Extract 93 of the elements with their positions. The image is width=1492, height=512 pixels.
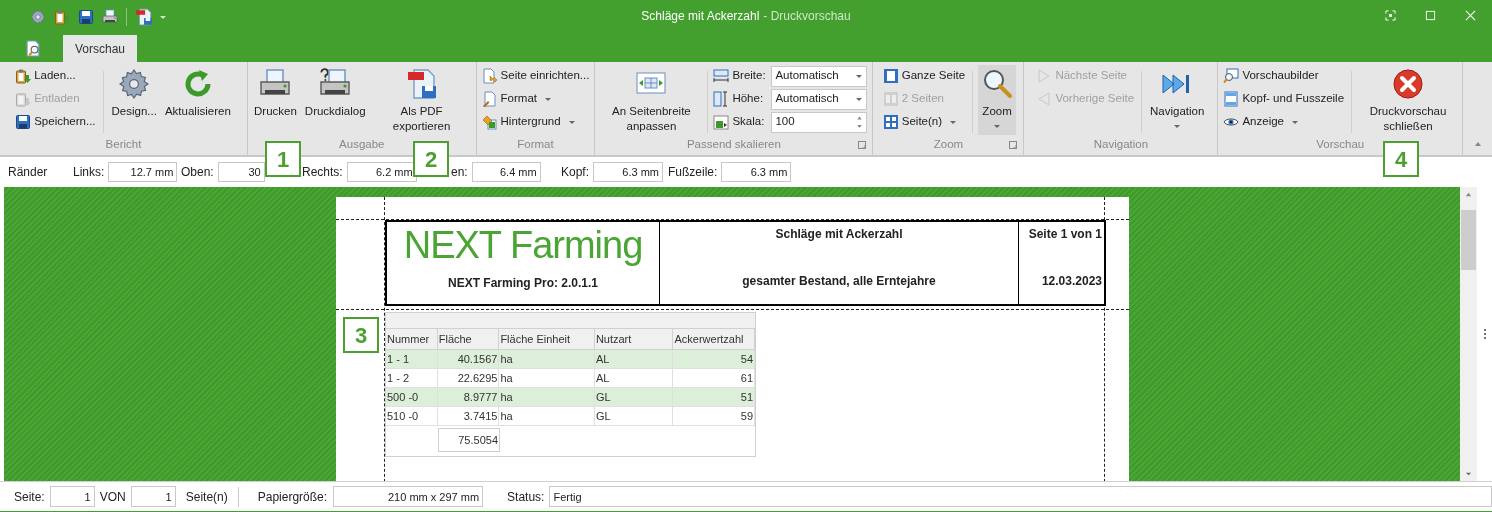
- table-cell: 61: [673, 369, 755, 387]
- ribbon-button[interactable]: Speichern...: [13, 111, 98, 133]
- ribbon-button[interactable]: Drucken: [251, 65, 300, 135]
- field-label: Fußzeile:: [668, 164, 718, 181]
- ribbon-button[interactable]: Design...: [108, 65, 160, 135]
- table-cell: ha: [499, 369, 595, 387]
- field-label: en:: [451, 164, 468, 181]
- input-field[interactable]: 6.3 mm: [721, 162, 792, 182]
- field-label: Skala:: [732, 114, 766, 130]
- column-header: Nutzart: [594, 329, 674, 349]
- table-cell: 54: [673, 350, 755, 368]
- input-field[interactable]: 6.4 mm: [471, 162, 541, 182]
- report-date: 12.03.2023: [1041, 273, 1102, 290]
- group-title: Bericht: [105, 137, 142, 153]
- ribbon-button[interactable]: Navigation: [1147, 65, 1208, 135]
- report-version: NEXT Farming Pro: 2.0.1.1: [447, 275, 598, 292]
- dropdown[interactable]: Automatisch: [771, 88, 868, 110]
- group-title: Passend skalieren: [686, 137, 781, 153]
- table-cell: ha: [499, 350, 595, 368]
- group-title: Format: [517, 137, 554, 153]
- input-field[interactable]: 6.3 mm: [593, 162, 664, 182]
- input-field[interactable]: 210 mm x 297 mm: [333, 486, 484, 507]
- input-field[interactable]: 1: [49, 486, 95, 507]
- ribbon-button[interactable]: Seite einrichten...: [479, 65, 592, 87]
- report-subtitle: gesamter Bestand, alle Erntejahre: [742, 273, 936, 290]
- page-number: Seite 1 von 1: [1028, 226, 1102, 243]
- column-header: Ackerwertzahl: [673, 329, 755, 349]
- field-label: Breite:: [732, 68, 767, 84]
- ribbon-button[interactable]: Seite(n): [880, 111, 968, 133]
- group-title: Navigation: [1093, 137, 1149, 153]
- logo: NEXT Farming: [403, 223, 643, 268]
- callout-marker: 4: [1383, 141, 1419, 177]
- ribbon-button[interactable]: Laden...: [13, 65, 98, 87]
- table-cell: 3.7415: [437, 407, 500, 425]
- group-title: Vorschau: [1316, 137, 1365, 153]
- table-cell: AL: [594, 369, 674, 387]
- table-cell: 40.1567: [437, 350, 500, 368]
- ribbon-button[interactable]: Anzeige: [1221, 111, 1347, 133]
- table-cell: AL: [594, 350, 674, 368]
- ribbon-button[interactable]: An Seitenbreite anpassen: [600, 65, 703, 135]
- ribbon-button[interactable]: Druckdialog: [301, 65, 369, 135]
- ribbon-button[interactable]: Als PDF exportieren: [370, 65, 473, 135]
- field-label: Papiergröße:: [257, 488, 328, 506]
- table-cell: 510 -0: [386, 407, 438, 425]
- field-label: Kopf:: [561, 164, 590, 181]
- callout-marker: 2: [413, 141, 449, 177]
- field-label: Seite(n): [185, 488, 228, 506]
- input-field[interactable]: 12.7 mm: [108, 162, 178, 182]
- report-title: Schläge mit Ackerzahl: [775, 226, 903, 243]
- margins-label: Ränder: [8, 164, 49, 181]
- table-cell: 500 -0: [386, 388, 438, 406]
- table-cell: 8.9777: [437, 388, 500, 406]
- table-cell: GL: [594, 388, 674, 406]
- field-label: Links:: [73, 164, 105, 181]
- table-cell: GL: [594, 407, 674, 425]
- input-field[interactable]: 1: [130, 486, 176, 507]
- field-label: Höhe:: [732, 91, 765, 107]
- input-field[interactable]: Fertig: [549, 486, 1492, 507]
- field-label: VON: [99, 488, 126, 506]
- field-label: Status:: [507, 488, 545, 506]
- total-cell: 75.5054: [438, 428, 500, 452]
- input-field[interactable]: 6.2 mm: [346, 162, 417, 182]
- table-cell: ha: [499, 388, 595, 406]
- ribbon-button[interactable]: Hintergrund: [479, 111, 592, 133]
- column-header: Fläche Einheit: [499, 329, 595, 349]
- input-field[interactable]: 30: [217, 162, 265, 182]
- field-label: Oben:: [181, 164, 214, 181]
- ribbon-button[interactable]: Ganze Seite: [880, 65, 968, 87]
- table-cell: 22.6295: [437, 369, 500, 387]
- window-subtitle: - Druckvorschau: [763, 8, 851, 25]
- ribbon-button[interactable]: Aktualisieren: [161, 65, 234, 135]
- field-label: Rechts:: [302, 164, 343, 181]
- table-cell: ha: [499, 407, 595, 425]
- ribbon-button[interactable]: Druckvorschau schließen: [1357, 65, 1460, 135]
- ribbon-button[interactable]: Format: [479, 88, 592, 110]
- table-cell: 1 - 1: [386, 350, 438, 368]
- table-cell: 51: [673, 388, 755, 406]
- ribbon-button[interactable]: Vorschaubilder: [1221, 65, 1347, 87]
- group-title: Zoom: [933, 137, 964, 153]
- window-title: Schläge mit Ackerzahl: [641, 8, 760, 25]
- field-label: Seite:: [14, 488, 45, 506]
- callout-marker: 3: [343, 317, 379, 353]
- ribbon-button[interactable]: Zoom: [978, 65, 1017, 135]
- ribbon-button[interactable]: Kopf- und Fusszeile: [1221, 88, 1347, 110]
- dropdown[interactable]: Automatisch: [771, 65, 868, 87]
- table-cell: 1 - 2: [386, 369, 438, 387]
- column-header: Nummer: [386, 329, 438, 349]
- callout-marker: 1: [265, 141, 301, 177]
- table-cell: 59: [673, 407, 755, 425]
- ribbon-tab[interactable]: Vorschau: [63, 35, 138, 62]
- group-title: Ausgabe: [339, 137, 385, 153]
- spin-field[interactable]: 100: [771, 111, 868, 133]
- column-header: Fläche: [437, 329, 500, 349]
